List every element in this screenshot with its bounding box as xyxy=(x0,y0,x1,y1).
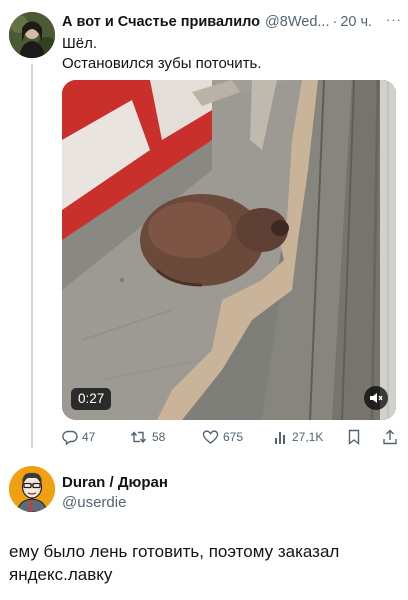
tweet-header: А вот и Счастье привалило @8Wed... · 20 … xyxy=(62,12,402,32)
reply-author-name[interactable]: Duran / Дюран xyxy=(62,474,168,491)
retweet-button[interactable]: 58 xyxy=(130,427,165,447)
retweet-icon xyxy=(130,431,147,444)
views-button[interactable]: 27,1K xyxy=(274,427,323,447)
more-options-button[interactable]: ··· xyxy=(386,12,402,27)
reply-author-handle[interactable]: @userdie xyxy=(62,494,126,511)
thread-connector-line xyxy=(31,64,33,448)
author-handle[interactable]: @8Wed... xyxy=(265,14,329,30)
avatar-image xyxy=(9,12,55,58)
tweet-action-bar: 47 58 675 27,1K xyxy=(62,427,400,447)
bookmark-button[interactable] xyxy=(347,427,361,447)
like-count: 675 xyxy=(223,430,244,444)
header-separator: · xyxy=(332,14,338,30)
video-player[interactable]: 0:27 xyxy=(62,80,396,420)
reply-icon xyxy=(62,430,78,445)
tweet-text-line: Шёл. xyxy=(62,35,98,52)
reply-text: ему было лень готовить, поэтому заказал … xyxy=(9,542,340,584)
author-name[interactable]: А вот и Счастье привалило xyxy=(62,14,260,30)
heart-icon xyxy=(202,430,219,444)
video-frame xyxy=(62,80,396,420)
tweet-timestamp[interactable]: 20 ч. xyxy=(340,14,372,30)
views-count: 27,1K xyxy=(292,430,324,444)
reply-count: 47 xyxy=(82,430,96,444)
share-button[interactable] xyxy=(382,427,398,447)
avatar-image xyxy=(9,466,55,512)
reply-author-avatar[interactable] xyxy=(9,466,55,512)
like-button[interactable]: 675 xyxy=(202,427,243,447)
speaker-muted-icon[interactable] xyxy=(364,386,388,410)
tweet-text-line: Остановился зубы поточить. xyxy=(62,55,262,72)
reply-button[interactable]: 47 xyxy=(62,427,95,447)
share-icon xyxy=(383,429,397,445)
tweet-text: Шёл. Остановился зубы поточить. xyxy=(62,34,392,74)
author-avatar[interactable] xyxy=(9,12,55,58)
video-duration-badge: 0:27 xyxy=(71,388,112,410)
retweet-count: 58 xyxy=(152,430,166,444)
bookmark-icon xyxy=(348,429,360,445)
views-chart-icon xyxy=(275,432,285,444)
